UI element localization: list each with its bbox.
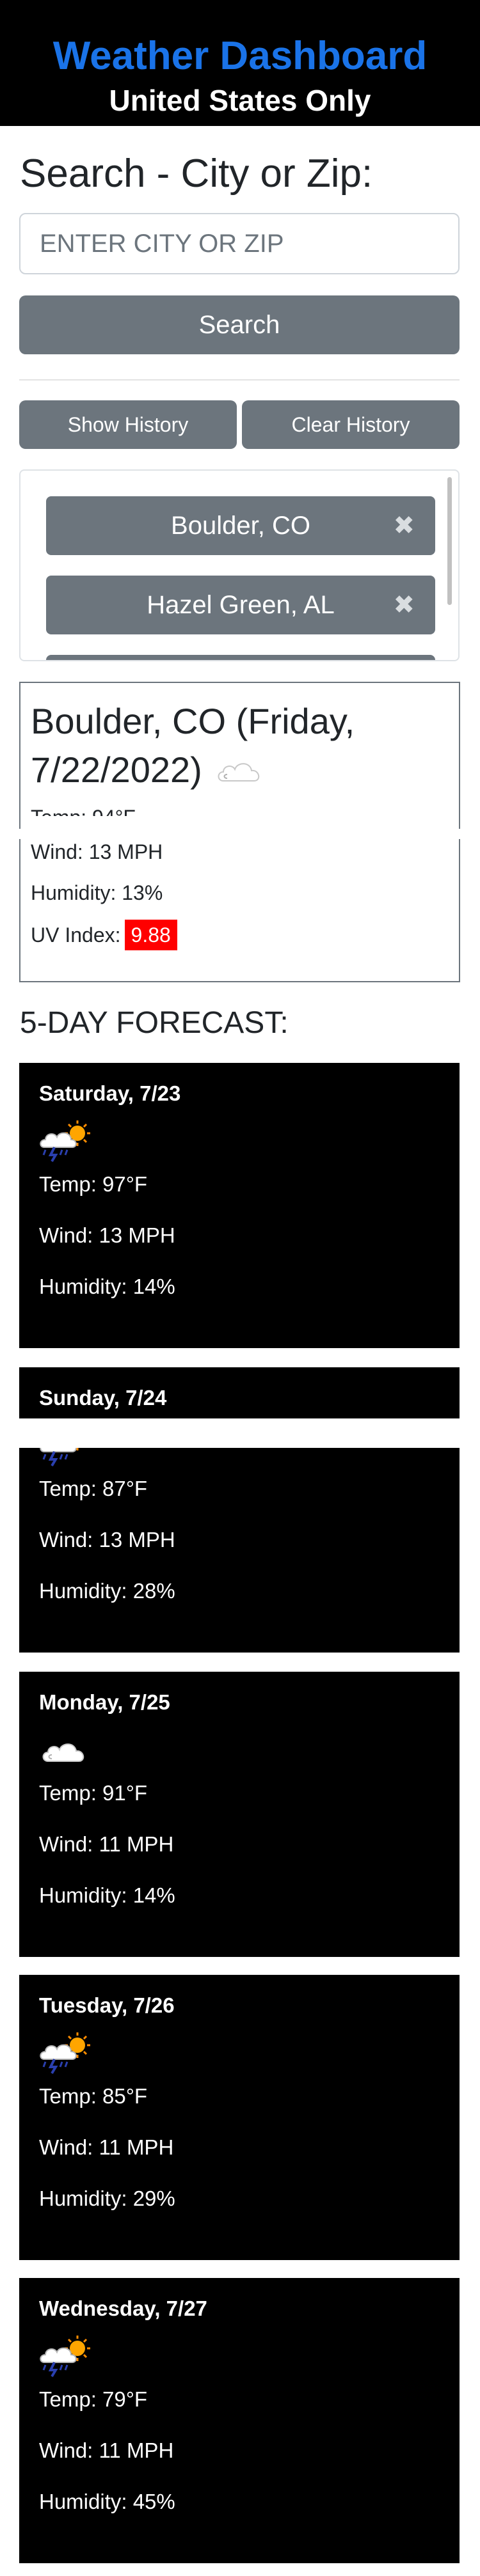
history-item-label: Boulder, CO: [171, 512, 310, 540]
forecast-card: Saturday, 7/23 Temp: 97°F Wind: 13 MPH H…: [19, 1063, 460, 1348]
cloud-icon: [39, 1727, 94, 1771]
app-title: Weather Dashboard: [52, 34, 428, 78]
forecast-wind: Wind: 11 MPH: [39, 2135, 174, 2159]
forecast-card: Wednesday, 7/27 Temp: 79°F Wind: 11 MPH …: [19, 2278, 460, 2563]
forecast-temp: Temp: 87°F: [39, 1477, 148, 1500]
app-subtitle: United States Only: [109, 84, 371, 117]
forecast-wind: Wind: 11 MPH: [39, 2439, 174, 2462]
forecast-humidity: Humidity: 29%: [39, 2187, 175, 2210]
current-uv: UV Index: 9.88: [31, 920, 177, 950]
current-wind: Wind: 13 MPH: [31, 840, 163, 863]
forecast-humidity: Humidity: 28%: [39, 1579, 175, 1603]
history-item-partial[interactable]: [46, 655, 435, 660]
forecast-date: Tuesday, 7/26: [39, 1993, 175, 2017]
forecast-temp: Temp: 85°F: [39, 2084, 148, 2108]
forecast-card: Tuesday, 7/26 Temp: 85°F Wind: 11 MPH Hu…: [19, 1975, 460, 2260]
forecast-date: Saturday, 7/23: [39, 1081, 181, 1105]
current-city-date: Boulder, CO (Friday, 7/22/2022): [31, 701, 355, 791]
cloud-icon: [214, 746, 269, 791]
history-item-label: Hazel Green, AL: [147, 591, 335, 619]
uv-label: UV Index:: [31, 923, 121, 946]
thunderstorm-sun-icon: [39, 2333, 94, 2378]
search-input[interactable]: [19, 213, 460, 274]
forecast-humidity: Humidity: 45%: [39, 2490, 175, 2513]
current-temp: Temp: 94°F: [31, 803, 136, 816]
forecast-wind: Wind: 11 MPH: [39, 1832, 174, 1856]
forecast-card: Sunday, 7/24 Temp: 87°F Wind: 13 MPH Hum…: [19, 1367, 460, 1653]
history-list[interactable]: Boulder, CO ✖ Hazel Green, AL ✖: [19, 469, 460, 661]
thunderstorm-sun-icon: [39, 1118, 94, 1163]
header-banner: Weather Dashboard United States Only: [0, 0, 480, 126]
forecast-temp: Temp: 97°F: [39, 1172, 148, 1196]
forecast-temp: Temp: 91°F: [39, 1781, 148, 1805]
close-icon[interactable]: ✖: [393, 496, 415, 555]
show-history-button[interactable]: Show History: [19, 400, 237, 449]
divider: [19, 379, 460, 381]
forecast-date: Wednesday, 7/27: [39, 2297, 207, 2320]
search-button[interactable]: Search: [19, 295, 460, 354]
forecast-card: Monday, 7/25 Temp: 91°F Wind: 11 MPH Hum…: [19, 1672, 460, 1957]
uv-value-badge: 9.88: [124, 920, 177, 950]
render-seam: [0, 1418, 480, 1448]
search-heading: Search - City or Zip:: [20, 152, 373, 196]
forecast-temp: Temp: 79°F: [39, 2387, 148, 2411]
forecast-date: Sunday, 7/24: [39, 1386, 167, 1410]
forecast-date: Monday, 7/25: [39, 1690, 170, 1714]
history-scrollbar[interactable]: [447, 477, 452, 605]
forecast-wind: Wind: 13 MPH: [39, 1528, 175, 1551]
history-item[interactable]: Hazel Green, AL ✖: [46, 576, 435, 634]
forecast-humidity: Humidity: 14%: [39, 1883, 175, 1907]
close-icon[interactable]: ✖: [393, 576, 415, 634]
forecast-humidity: Humidity: 14%: [39, 1275, 175, 1298]
clear-history-button[interactable]: Clear History: [242, 400, 460, 449]
render-seam: [0, 829, 480, 839]
forecast-wind: Wind: 13 MPH: [39, 1223, 175, 1247]
current-humidity: Humidity: 13%: [31, 881, 163, 904]
thunderstorm-sun-icon: [39, 2030, 94, 2075]
forecast-heading: 5-DAY FORECAST:: [20, 1006, 289, 1040]
history-item[interactable]: Boulder, CO ✖: [46, 496, 435, 555]
